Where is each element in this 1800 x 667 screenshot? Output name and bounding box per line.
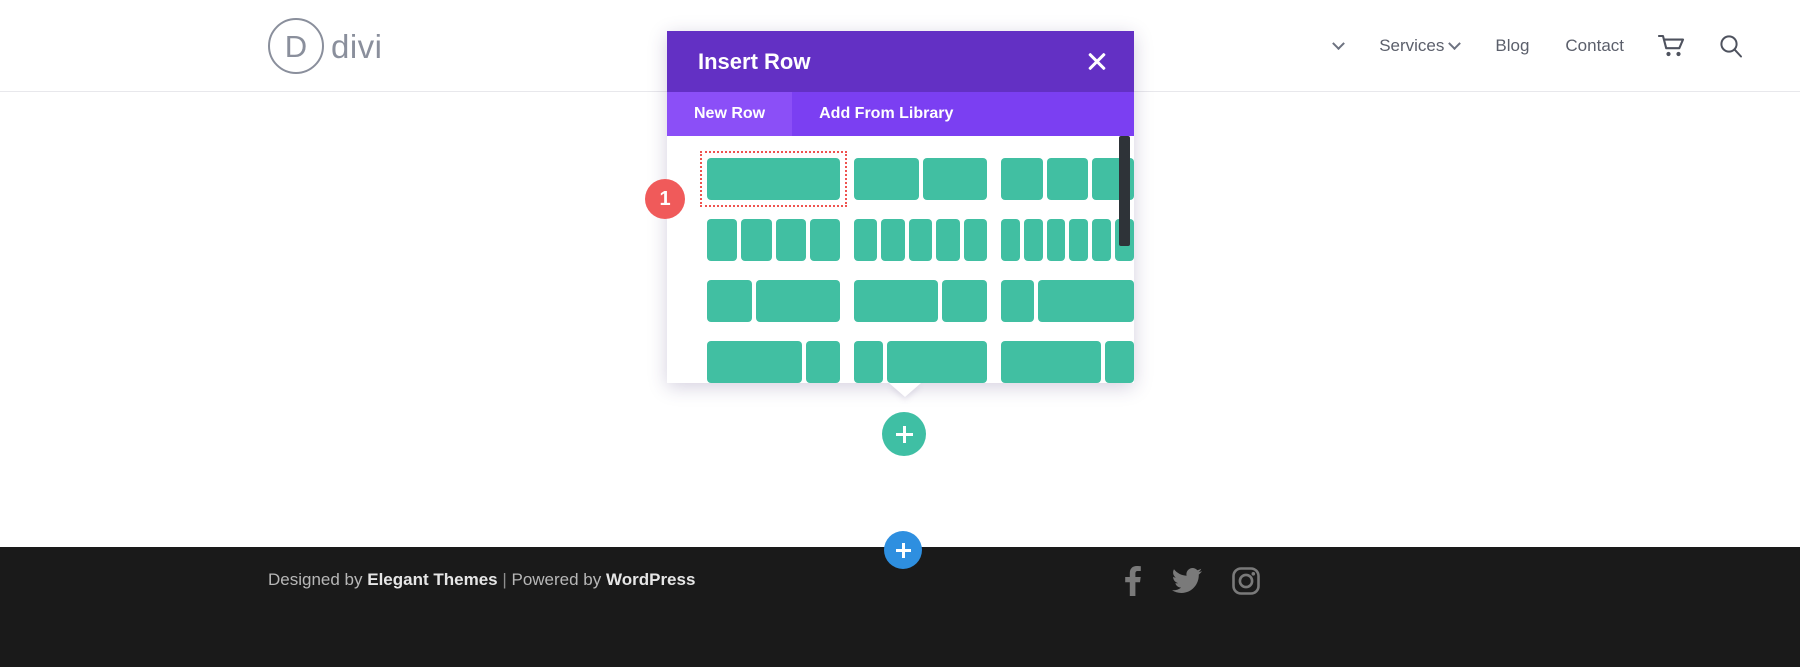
site-logo[interactable]: D divi bbox=[268, 18, 383, 74]
layout-column bbox=[1001, 341, 1102, 383]
primary-navigation: Services Blog Contact bbox=[1310, 0, 1800, 92]
layout-column bbox=[922, 158, 987, 200]
layout-column bbox=[809, 219, 840, 261]
layout-grid-row bbox=[667, 219, 1134, 261]
insert-row-modal: Insert Row New Row Add From Library bbox=[667, 31, 1134, 383]
layout-option-1-4-3-4[interactable] bbox=[1001, 280, 1134, 322]
modal-header: Insert Row bbox=[667, 31, 1134, 92]
nav-item-contact[interactable]: Contact bbox=[1547, 36, 1642, 56]
modal-title: Insert Row bbox=[698, 48, 811, 74]
layout-column bbox=[805, 341, 840, 383]
cart-icon[interactable] bbox=[1642, 34, 1702, 58]
layout-option-1-column[interactable] bbox=[700, 151, 847, 207]
add-section-button[interactable] bbox=[884, 531, 922, 569]
step-badge-1: 1 bbox=[645, 179, 685, 219]
layout-column bbox=[775, 219, 806, 261]
layout-column bbox=[755, 280, 840, 322]
layout-column bbox=[1105, 341, 1134, 383]
close-icon[interactable] bbox=[1084, 49, 1110, 75]
layout-option-4-column[interactable] bbox=[707, 219, 840, 261]
layout-column bbox=[854, 341, 883, 383]
layout-option-1-3-2-3[interactable] bbox=[707, 280, 840, 322]
layout-option-3-column[interactable] bbox=[1001, 158, 1134, 200]
layout-column bbox=[1023, 219, 1043, 261]
add-row-button[interactable] bbox=[882, 412, 926, 456]
layout-column bbox=[1001, 158, 1043, 200]
twitter-icon[interactable] bbox=[1172, 568, 1202, 594]
tab-new-row[interactable]: New Row bbox=[667, 92, 793, 136]
page-root: D divi Services Blog Contact Designed by… bbox=[0, 0, 1800, 667]
modal-scrollbar[interactable] bbox=[1119, 136, 1130, 246]
nav-item-blog-label: Blog bbox=[1495, 36, 1530, 55]
tab-add-from-library-label: Add From Library bbox=[819, 105, 954, 122]
layout-column bbox=[707, 219, 738, 261]
layout-option-3-4-1-4-b[interactable] bbox=[707, 341, 840, 383]
footer-credit-middle: Powered by bbox=[511, 570, 606, 589]
layout-option-6-column[interactable] bbox=[1001, 219, 1134, 261]
layout-grid-row bbox=[667, 341, 1134, 383]
layout-column bbox=[1069, 219, 1089, 261]
tab-add-from-library[interactable]: Add From Library bbox=[792, 92, 980, 136]
layout-column bbox=[936, 219, 960, 261]
layout-column bbox=[707, 341, 802, 383]
layout-column bbox=[854, 158, 919, 200]
chevron-down-icon bbox=[1448, 36, 1462, 50]
chevron-down-icon bbox=[1332, 36, 1346, 50]
layout-column bbox=[1037, 280, 1134, 322]
layout-grid-row bbox=[667, 280, 1134, 322]
nav-item-hidden[interactable] bbox=[1310, 36, 1361, 51]
nav-item-services[interactable]: Services bbox=[1361, 36, 1477, 56]
layout-column bbox=[1001, 280, 1034, 322]
modal-body bbox=[667, 136, 1134, 383]
layout-option-3-4-1-4-c[interactable] bbox=[1001, 341, 1134, 383]
layout-option-2-column[interactable] bbox=[854, 158, 987, 200]
footer-social-links bbox=[1122, 566, 1260, 596]
layout-option-2-3-1-3[interactable] bbox=[854, 280, 987, 322]
layout-column bbox=[1001, 219, 1020, 261]
footer-credit: Designed by Elegant Themes | Powered by … bbox=[268, 570, 695, 590]
layout-column bbox=[707, 158, 840, 200]
layout-option-5-column[interactable] bbox=[854, 219, 988, 261]
layout-column bbox=[908, 219, 933, 261]
layout-column bbox=[942, 280, 987, 322]
search-icon[interactable] bbox=[1702, 33, 1760, 59]
divi-logo-text: divi bbox=[331, 27, 383, 65]
layout-column bbox=[741, 219, 772, 261]
layout-column bbox=[963, 219, 988, 261]
modal-tabs: New Row Add From Library bbox=[667, 92, 1134, 136]
layout-column bbox=[707, 280, 752, 322]
layout-column bbox=[881, 219, 905, 261]
instagram-icon[interactable] bbox=[1232, 567, 1260, 595]
row-layout-grid bbox=[667, 136, 1134, 383]
plus-icon bbox=[895, 542, 911, 558]
nav-item-contact-label: Contact bbox=[1565, 36, 1624, 55]
layout-column bbox=[1046, 219, 1066, 261]
layout-option-1-4-3-4-b[interactable] bbox=[854, 341, 987, 383]
divi-logo-mark: D bbox=[268, 18, 324, 74]
nav-item-services-label: Services bbox=[1379, 36, 1445, 55]
footer-brand-elegant-themes[interactable]: Elegant Themes bbox=[367, 570, 497, 589]
footer-brand-wordpress[interactable]: WordPress bbox=[606, 570, 695, 589]
footer-credit-prefix: Designed by bbox=[268, 570, 368, 589]
nav-item-blog[interactable]: Blog bbox=[1477, 36, 1547, 56]
facebook-icon[interactable] bbox=[1122, 566, 1142, 596]
layout-grid-row bbox=[667, 151, 1134, 207]
layout-column bbox=[886, 341, 987, 383]
layout-column bbox=[1046, 158, 1089, 200]
modal-pointer-arrow bbox=[889, 383, 921, 397]
tab-new-row-label: New Row bbox=[694, 105, 766, 122]
footer-credit-separator: | bbox=[497, 570, 512, 589]
layout-column bbox=[854, 280, 939, 322]
plus-icon bbox=[895, 425, 913, 443]
layout-column bbox=[854, 219, 878, 261]
layout-column bbox=[1092, 219, 1112, 261]
